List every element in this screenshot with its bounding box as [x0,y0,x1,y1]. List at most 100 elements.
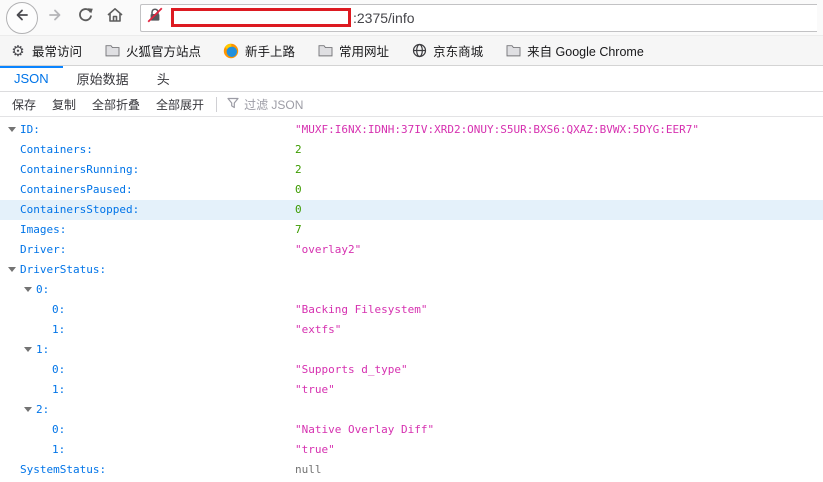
json-row[interactable]: Images: 7 [0,220,823,240]
json-value: "extfs" [295,320,341,340]
gear-icon: ⚙ [10,43,26,59]
reload-button[interactable] [70,3,100,33]
json-key[interactable]: Containers: [20,143,93,156]
json-row[interactable]: 1: "extfs" [0,320,823,340]
tab-json[interactable]: JSON [0,66,63,91]
json-row[interactable]: 0: [0,280,823,300]
filter-placeholder: 过滤 JSON [244,96,303,113]
expand-all-button[interactable]: 全部展开 [148,96,212,113]
json-row[interactable]: 0: "Backing Filesystem" [0,300,823,320]
expander-icon[interactable] [24,285,32,293]
json-row[interactable]: 2: [0,400,823,420]
bookmark-label: 来自 Google Chrome [527,41,644,60]
expander-icon[interactable] [8,125,16,133]
filter-json-input[interactable]: 过滤 JSON [221,96,309,113]
url-text[interactable]: :2375/info [353,10,415,26]
json-key[interactable]: 0: [52,423,65,436]
back-arrow-icon [13,6,31,29]
json-value: "true" [295,380,335,400]
folder-icon [104,43,120,59]
bookmark-label: 火狐官方站点 [126,41,201,60]
json-row[interactable]: DriverStatus: [0,260,823,280]
bookmark-label: 新手上路 [245,41,295,60]
bookmark-label: 最常访问 [32,41,82,60]
json-tree: ID: "MUXF:I6NX:IDNH:37IV:XRD2:ONUY:S5UR:… [0,117,823,480]
bookmark-label: 京东商城 [433,41,483,60]
json-row[interactable]: 1: [0,340,823,360]
expander-icon[interactable] [24,405,32,413]
json-value: "overlay2" [295,240,361,260]
home-button[interactable] [100,3,130,33]
home-icon [106,6,124,29]
json-key[interactable]: ID: [20,123,40,136]
reload-icon [77,7,94,29]
json-row[interactable]: ID: "MUXF:I6NX:IDNH:37IV:XRD2:ONUY:S5UR:… [0,120,823,140]
bookmark-folder-from-chrome[interactable]: 来自 Google Chrome [505,41,644,60]
tab-headers[interactable]: 头 [143,66,184,91]
bookmark-folder-common-sites[interactable]: 常用网址 [317,41,389,60]
toolbar-separator [216,97,217,112]
bookmark-label: 常用网址 [339,41,389,60]
firefox-icon [223,43,239,59]
json-value: 2 [295,160,302,180]
expander-icon[interactable] [8,265,16,273]
json-key[interactable]: 1: [36,343,49,356]
json-row[interactable]: 1: "true" [0,440,823,460]
json-row[interactable]: 1: "true" [0,380,823,400]
json-row[interactable]: Containers: 2 [0,140,823,160]
bookmark-most-visited[interactable]: ⚙ 最常访问 [10,41,82,60]
json-key[interactable]: 1: [52,323,65,336]
json-key[interactable]: ContainersRunning: [20,163,139,176]
json-row[interactable]: ContainersRunning: 2 [0,160,823,180]
json-value: 0 [295,180,302,200]
json-viewer-toolbar: 保存 复制 全部折叠 全部展开 过滤 JSON [0,92,823,117]
url-bar[interactable]: :2375/info [140,4,817,32]
redacted-host-box [171,8,351,27]
folder-icon [317,43,333,59]
json-key[interactable]: 2: [36,403,49,416]
forward-arrow-icon [46,6,64,29]
bookmark-jd-mall[interactable]: 京东商城 [411,41,483,60]
json-key[interactable]: 0: [52,363,65,376]
json-value: "Backing Filesystem" [295,300,427,320]
json-row[interactable]: 0: "Supports d_type" [0,360,823,380]
tab-raw-data[interactable]: 原始数据 [63,66,143,91]
browser-nav-toolbar: :2375/info [0,0,823,36]
forward-button[interactable] [40,3,70,33]
json-value: "MUXF:I6NX:IDNH:37IV:XRD2:ONUY:S5UR:BXS6… [295,120,699,140]
bookmarks-bar: ⚙ 最常访问 火狐官方站点 新手上路 常用网址 京东商城 [0,36,823,66]
json-viewer-tabs: JSON 原始数据 头 [0,66,823,92]
save-button[interactable]: 保存 [4,96,44,113]
json-value: 0 [295,200,302,220]
json-key[interactable]: Images: [20,223,66,236]
json-key[interactable]: 1: [52,443,65,456]
json-row[interactable]: Driver: "overlay2" [0,240,823,260]
json-value: "true" [295,440,335,460]
json-row[interactable]: ContainersStopped: 0 [0,200,823,220]
json-key[interactable]: SystemStatus: [20,463,106,476]
json-key[interactable]: ContainersStopped: [20,203,139,216]
globe-icon [411,43,427,59]
json-key[interactable]: 0: [36,283,49,296]
json-key[interactable]: 0: [52,303,65,316]
json-row[interactable]: SystemStatus: null [0,460,823,480]
bookmark-getting-started[interactable]: 新手上路 [223,41,295,60]
back-button[interactable] [6,2,38,34]
expander-icon[interactable] [24,345,32,353]
json-key[interactable]: ContainersPaused: [20,183,133,196]
collapse-all-button[interactable]: 全部折叠 [84,96,148,113]
json-row[interactable]: ContainersPaused: 0 [0,180,823,200]
json-value: 7 [295,220,302,240]
json-row[interactable]: 0: "Native Overlay Diff" [0,420,823,440]
bookmark-folder-firefox-official[interactable]: 火狐官方站点 [104,41,201,60]
json-key[interactable]: 1: [52,383,65,396]
json-value: "Native Overlay Diff" [295,420,434,440]
copy-button[interactable]: 复制 [44,96,84,113]
json-value: "Supports d_type" [295,360,408,380]
json-key[interactable]: DriverStatus: [20,263,106,276]
json-key[interactable]: Driver: [20,243,66,256]
json-value: null [295,460,322,480]
folder-icon [505,43,521,59]
insecure-lock-icon[interactable] [147,7,163,28]
filter-funnel-icon [227,97,239,112]
